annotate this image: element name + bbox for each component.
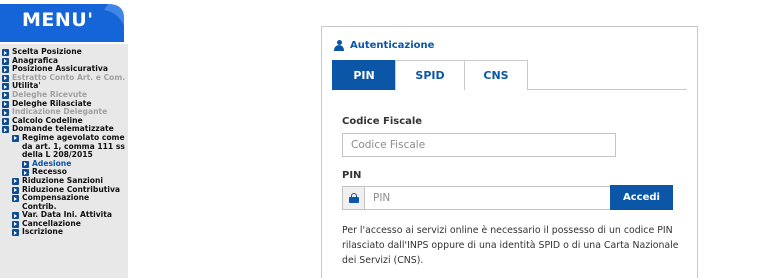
- chevron-right-icon: [2, 109, 9, 117]
- menu-item[interactable]: Cancellazione: [0, 219, 128, 229]
- chevron-right-icon: [2, 100, 9, 108]
- lock-icon: [349, 193, 359, 203]
- chevron-right-icon: [12, 212, 19, 220]
- pin-input[interactable]: [365, 187, 615, 209]
- pin-label: PIN: [342, 170, 362, 181]
- menu-item-label: Compensazione Contrib.: [22, 193, 90, 211]
- chevron-right-icon: [12, 195, 19, 203]
- menu-title: MENU': [22, 9, 94, 31]
- chevron-right-icon: [2, 126, 9, 134]
- sidebar: MENU' Scelta Posizione Anagrafica Posizion…: [0, 0, 128, 278]
- chevron-right-icon: [12, 229, 19, 237]
- menu-item-label: Iscrizione: [22, 227, 63, 237]
- chevron-right-icon: [2, 57, 9, 65]
- tab-cns[interactable]: CNS: [464, 60, 528, 90]
- chevron-right-icon: [2, 91, 9, 99]
- user-icon: [334, 39, 344, 51]
- chevron-right-icon: [2, 117, 9, 125]
- chevron-right-icon: [2, 66, 9, 74]
- auth-tabs: PIN SPID CNS: [332, 60, 687, 90]
- auth-panel: Autenticazione PIN SPID CNS Codice Fisca…: [321, 26, 698, 278]
- chevron-right-icon: [12, 177, 19, 185]
- menu-item[interactable]: Regime agevolato come da art. 1, comma 1…: [0, 132, 128, 160]
- pin-input-group: [342, 186, 616, 210]
- menu-item[interactable]: Compensazione Contrib.: [0, 193, 128, 211]
- chevron-right-icon: [2, 83, 9, 91]
- auth-title: Autenticazione: [350, 39, 435, 51]
- info-text: Per l'accesso ai servizi online è necess…: [342, 225, 679, 266]
- chevron-right-icon: [2, 49, 9, 56]
- menu-item[interactable]: Iscrizione: [0, 228, 128, 237]
- codice-fiscale-label: Codice Fiscale: [342, 116, 423, 127]
- chevron-right-icon: [12, 220, 19, 228]
- chevron-right-icon: [12, 186, 19, 194]
- codice-fiscale-input[interactable]: [342, 133, 616, 157]
- chevron-right-icon: [12, 134, 19, 142]
- tab-pin[interactable]: PIN: [332, 60, 396, 90]
- tab-spid[interactable]: SPID: [395, 60, 465, 90]
- chevron-right-icon: [2, 74, 9, 82]
- chevron-right-icon: [22, 160, 29, 168]
- menu-list: Scelta Posizione Anagrafica Posizione Assi…: [0, 47, 128, 237]
- menu-header: MENU': [0, 0, 128, 44]
- pin-addon: [343, 187, 365, 209]
- auth-header: Autenticazione: [334, 38, 434, 52]
- menu-item-label: Regime agevolato come da art. 1, comma 1…: [22, 132, 125, 160]
- login-button[interactable]: Accedi: [610, 185, 673, 210]
